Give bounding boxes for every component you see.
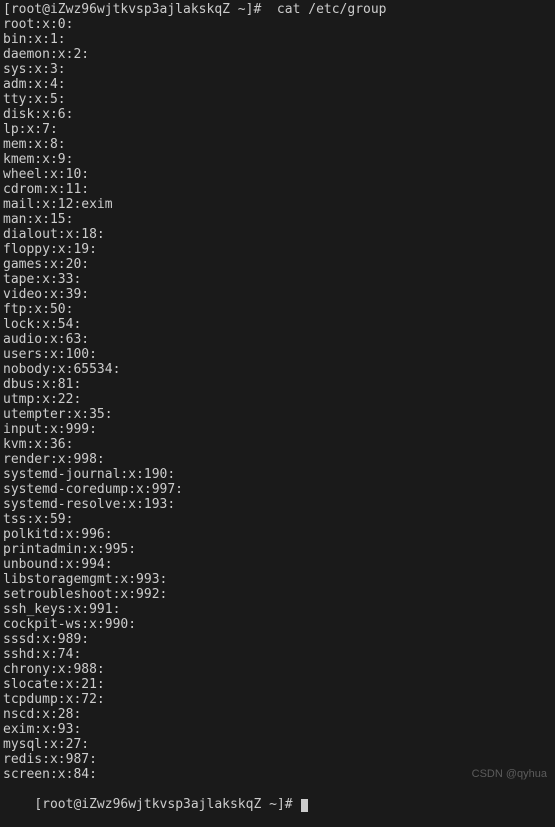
output-line: sshd:x:74: [3,647,552,662]
output-line: tty:x:5: [3,92,552,107]
output-line: exim:x:93: [3,722,552,737]
output-line: sys:x:3: [3,62,552,77]
output-line: floppy:x:19: [3,242,552,257]
watermark: CSDN @qyhua [472,767,547,782]
output-line: tcpdump:x:72: [3,692,552,707]
output-line: cdrom:x:11: [3,182,552,197]
output-line: setroubleshoot:x:992: [3,587,552,602]
output-line: libstoragemgmt:x:993: [3,572,552,587]
output-line: ssh_keys:x:991: [3,602,552,617]
output-line: wheel:x:10: [3,167,552,182]
output-line: systemd-journal:x:190: [3,467,552,482]
output-line: input:x:999: [3,422,552,437]
output-line: lock:x:54: [3,317,552,332]
output-line: render:x:998: [3,452,552,467]
output-line: printadmin:x:995: [3,542,552,557]
output-line: audio:x:63: [3,332,552,347]
output-line: adm:x:4: [3,77,552,92]
output-line: slocate:x:21: [3,677,552,692]
output-line: nobody:x:65534: [3,362,552,377]
output-line: screen:x:84: [3,767,552,782]
output-line: utmp:x:22: [3,392,552,407]
output-line: mail:x:12:exim [3,197,552,212]
output-line: root:x:0: [3,17,552,32]
command-line: [root@iZwz96wjtkvsp3ajlakskqZ ~]# cat /e… [3,2,552,17]
output-line: systemd-coredump:x:997: [3,482,552,497]
output-line: bin:x:1: [3,32,552,47]
output-line: mysql:x:27: [3,737,552,752]
output-line: utempter:x:35: [3,407,552,422]
output-line: kmem:x:9: [3,152,552,167]
output-line: mem:x:8: [3,137,552,152]
output-line: cockpit-ws:x:990: [3,617,552,632]
terminal[interactable]: [root@iZwz96wjtkvsp3ajlakskqZ ~]# cat /e… [3,2,552,827]
output-line: games:x:20: [3,257,552,272]
output-line: man:x:15: [3,212,552,227]
output-line: unbound:x:994: [3,557,552,572]
output-line: tss:x:59: [3,512,552,527]
output-line: dialout:x:18: [3,227,552,242]
output-line: dbus:x:81: [3,377,552,392]
output-line: ftp:x:50: [3,302,552,317]
output-line: video:x:39: [3,287,552,302]
output-line: polkitd:x:996: [3,527,552,542]
prompt-line[interactable]: [root@iZwz96wjtkvsp3ajlakskqZ ~]# [3,782,552,827]
output-line: lp:x:7: [3,122,552,137]
cursor-icon [301,799,308,812]
command-output: root:x:0:bin:x:1:daemon:x:2:sys:x:3:adm:… [3,17,552,782]
output-line: nscd:x:28: [3,707,552,722]
output-line: users:x:100: [3,347,552,362]
output-line: redis:x:987: [3,752,552,767]
output-line: daemon:x:2: [3,47,552,62]
output-line: chrony:x:988: [3,662,552,677]
output-line: kvm:x:36: [3,437,552,452]
output-line: systemd-resolve:x:193: [3,497,552,512]
shell-prompt: [root@iZwz96wjtkvsp3ajlakskqZ ~]# [34,797,300,812]
output-line: disk:x:6: [3,107,552,122]
output-line: tape:x:33: [3,272,552,287]
output-line: sssd:x:989: [3,632,552,647]
